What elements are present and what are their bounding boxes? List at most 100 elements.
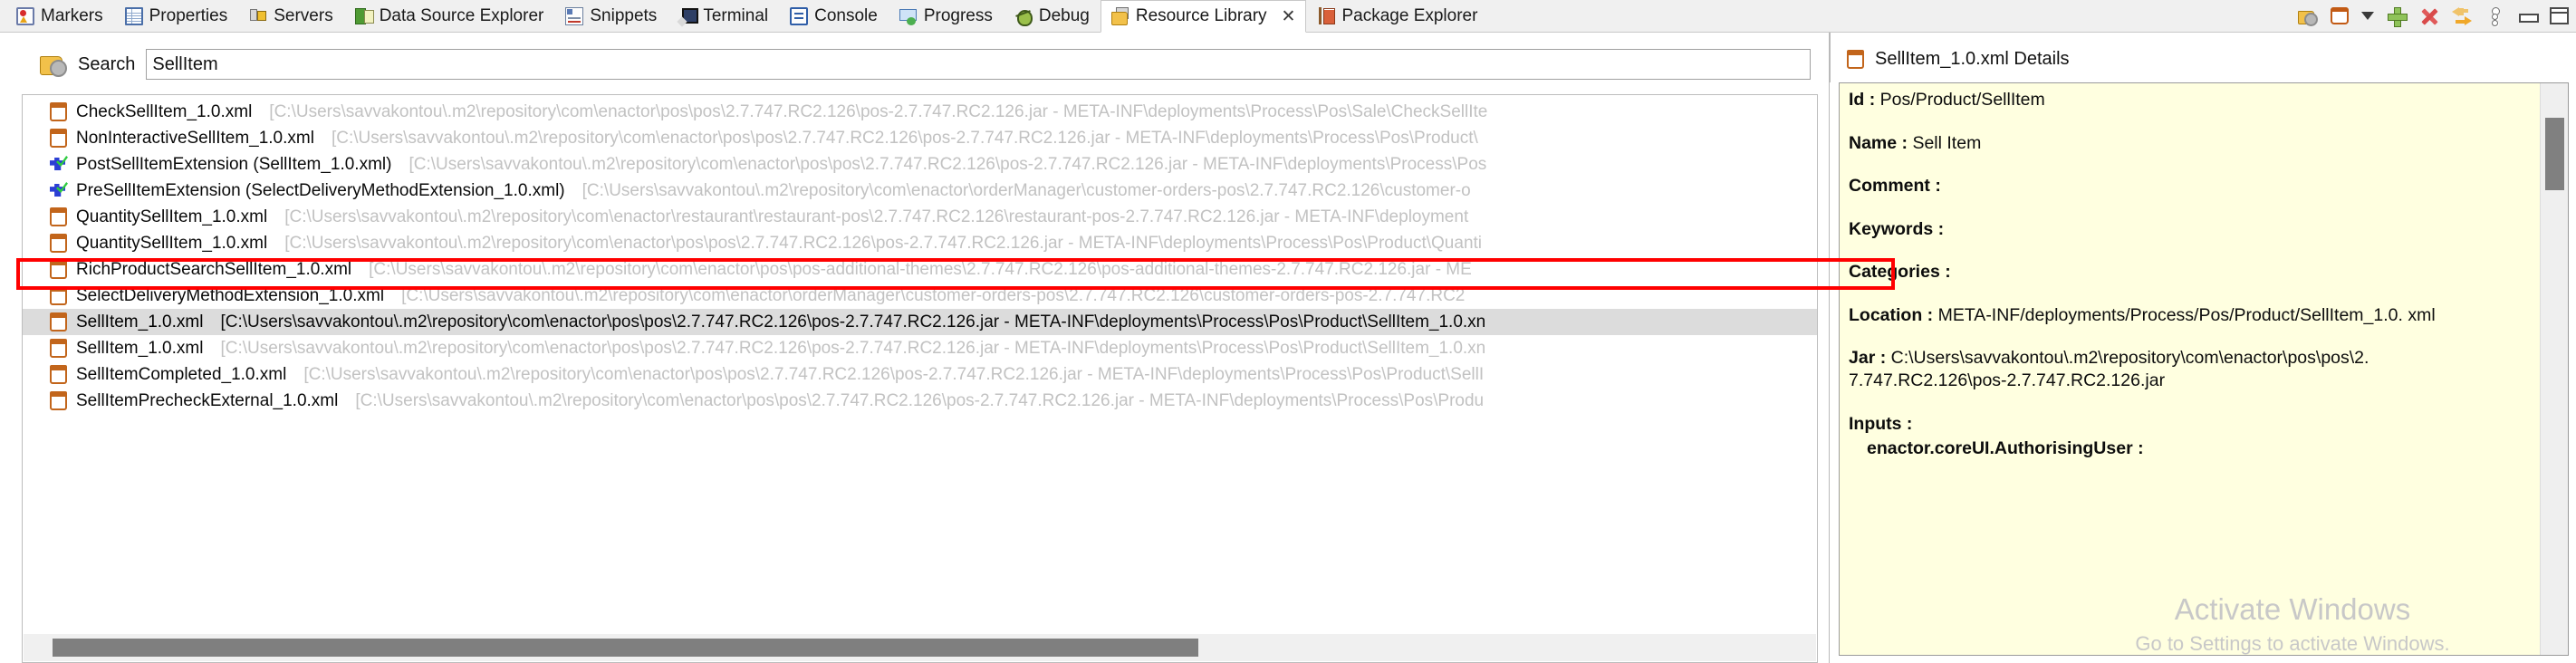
horizontal-scrollbar[interactable] bbox=[24, 634, 1816, 661]
terminal-icon bbox=[678, 7, 699, 25]
detail-input-entry: enactor.coreUI.AuthorisingUser : bbox=[1867, 438, 2144, 459]
tab-label: Progress bbox=[923, 6, 993, 25]
view-menu-box-icon[interactable] bbox=[2331, 7, 2349, 24]
resource-library-icon bbox=[1110, 7, 1129, 25]
resource-path: [C:\Users\savvakontou\.m2\repository\com… bbox=[401, 285, 1466, 305]
document-icon bbox=[50, 312, 67, 332]
list-item-selected[interactable]: SellItem_1.0.xml [C:\Users\savvakontou\.… bbox=[23, 309, 1817, 335]
resource-name: QuantitySellItem_1.0.xml bbox=[76, 233, 268, 253]
list-item[interactable]: RichProductSearchSellItem_1.0.xml [C:\Us… bbox=[23, 256, 1817, 283]
resource-name: SellItemCompleted_1.0.xml bbox=[76, 364, 287, 384]
minimize-icon[interactable] bbox=[2517, 6, 2539, 26]
tab-label: Snippets bbox=[590, 6, 658, 25]
resource-path: [C:\Users\savvakontou\.m2\repository\com… bbox=[355, 390, 1485, 410]
detail-field-name: Name : Sell Item bbox=[1849, 132, 2530, 155]
tab-servers[interactable]: Servers bbox=[238, 0, 343, 32]
tab-label: Debug bbox=[1038, 6, 1090, 25]
tab-resource-library[interactable]: Resource Library ✕ bbox=[1100, 0, 1307, 33]
tab-progress[interactable]: Progress bbox=[889, 0, 1004, 32]
detail-field-keywords: Keywords : bbox=[1849, 218, 2530, 241]
close-icon[interactable]: ✕ bbox=[1282, 8, 1296, 25]
details-pane: SellItem_1.0.xml Details Id : Pos/Produc… bbox=[1830, 33, 2576, 663]
chevron-down-icon[interactable] bbox=[2361, 12, 2374, 20]
document-icon bbox=[50, 234, 67, 253]
extension-icon bbox=[50, 181, 67, 200]
list-item[interactable]: SellItemPrecheckExternal_1.0.xml [C:\Use… bbox=[23, 388, 1817, 414]
tab-label: Properties bbox=[149, 6, 228, 25]
resource-path: [C:\Users\savvakontou\.m2\repository\com… bbox=[284, 207, 1469, 226]
properties-icon bbox=[124, 7, 143, 25]
tab-label: Resource Library bbox=[1135, 6, 1267, 25]
snippets-icon bbox=[565, 7, 584, 25]
list-item[interactable]: QuantitySellItem_1.0.xml [C:\Users\savva… bbox=[23, 204, 1817, 230]
tab-properties[interactable]: Properties bbox=[114, 0, 239, 32]
field-label: Comment : bbox=[1849, 176, 1941, 197]
tab-debug[interactable]: Debug bbox=[1004, 0, 1101, 32]
document-icon bbox=[50, 365, 67, 384]
package-explorer-icon bbox=[1317, 7, 1336, 25]
details-vertical-scrollbar-thumb[interactable] bbox=[2545, 118, 2564, 190]
tab-package-explorer[interactable]: Package Explorer bbox=[1306, 0, 1488, 32]
field-label: Jar : bbox=[1849, 348, 1887, 369]
tab-data-source-explorer[interactable]: Data Source Explorer bbox=[344, 0, 555, 32]
document-icon bbox=[50, 260, 67, 279]
document-icon bbox=[50, 102, 67, 121]
resource-path: [C:\Users\savvakontou\.m2\repository\com… bbox=[220, 312, 1486, 332]
extension-icon bbox=[50, 155, 67, 174]
resource-path: [C:\Users\savvakontou\.m2\repository\com… bbox=[369, 259, 1472, 279]
tab-snippets[interactable]: Snippets bbox=[554, 0, 668, 32]
field-label: Keywords : bbox=[1849, 218, 1945, 239]
horizontal-scrollbar-thumb[interactable] bbox=[53, 639, 1198, 657]
list-item[interactable]: NonInteractiveSellItem_1.0.xml [C:\Users… bbox=[23, 125, 1817, 151]
tab-label: Terminal bbox=[703, 6, 769, 25]
field-label: Inputs : bbox=[1849, 413, 1913, 434]
document-icon bbox=[50, 207, 67, 226]
add-icon[interactable] bbox=[2387, 6, 2408, 27]
resource-name: PostSellItemExtension (SellItem_1.0.xml) bbox=[76, 154, 392, 174]
detail-field-location: Location : META-INF/deployments/Process/… bbox=[1849, 304, 2530, 327]
list-item[interactable]: SelectDeliveryMethodExtension_1.0.xml [C… bbox=[23, 283, 1817, 309]
document-icon bbox=[1847, 50, 1864, 69]
resource-path: [C:\Users\savvakontou\.m2\repository\com… bbox=[331, 128, 1478, 148]
console-icon bbox=[790, 7, 809, 25]
maximize-icon[interactable] bbox=[2550, 7, 2569, 24]
delete-icon[interactable] bbox=[2419, 6, 2439, 26]
resource-name: PreSellItemExtension (SelectDeliveryMeth… bbox=[76, 180, 565, 200]
resource-path: [C:\Users\savvakontou\.m2\repository\com… bbox=[582, 180, 1471, 200]
details-body: Id : Pos/Product/SellItem Name : Sell It… bbox=[1839, 82, 2569, 656]
servers-icon bbox=[249, 7, 267, 25]
field-value: Pos/Product/SellItem bbox=[1879, 90, 2045, 110]
search-input[interactable] bbox=[146, 49, 1811, 80]
list-item[interactable]: CheckSellItem_1.0.xml [C:\Users\savvakon… bbox=[23, 99, 1817, 125]
tab-markers[interactable]: Markers bbox=[5, 0, 114, 32]
resource-name: SellItemPrecheckExternal_1.0.xml bbox=[76, 390, 339, 410]
list-item[interactable]: QuantitySellItem_1.0.xml [C:\Users\savva… bbox=[23, 230, 1817, 256]
tab-terminal[interactable]: Terminal bbox=[668, 0, 779, 32]
resource-path: [C:\Users\savvakontou\.m2\repository\com… bbox=[303, 364, 1485, 384]
list-item[interactable]: SellItem_1.0.xml [C:\Users\savvakontou\.… bbox=[23, 335, 1817, 361]
field-label: Categories : bbox=[1849, 262, 1951, 283]
detail-field-inputs: Inputs : bbox=[1849, 413, 2530, 436]
resource-name: SelectDeliveryMethodExtension_1.0.xml bbox=[76, 285, 385, 305]
search-resources-icon[interactable] bbox=[2298, 6, 2318, 26]
results-list[interactable]: CheckSellItem_1.0.xml [C:\Users\savvakon… bbox=[23, 99, 1817, 619]
debug-icon bbox=[1014, 7, 1033, 26]
detail-field-id: Id : Pos/Product/SellItem bbox=[1849, 89, 2530, 111]
view-menu-icon[interactable] bbox=[2485, 6, 2504, 26]
field-value: C:\Users\savvakontou\.m2\repository\com\… bbox=[1849, 348, 2369, 390]
details-header: SellItem_1.0.xml Details bbox=[1830, 33, 2576, 82]
markers-icon bbox=[16, 7, 34, 25]
details-vertical-scrollbar[interactable] bbox=[2540, 83, 2568, 655]
swap-arrows-icon[interactable] bbox=[2452, 6, 2472, 26]
list-item[interactable]: SellItemCompleted_1.0.xml [C:\Users\savv… bbox=[23, 361, 1817, 388]
search-row: Search bbox=[0, 33, 1829, 87]
search-icon bbox=[40, 52, 67, 77]
resource-name: CheckSellItem_1.0.xml bbox=[76, 101, 253, 121]
list-item[interactable]: PostSellItemExtension (SellItem_1.0.xml)… bbox=[23, 151, 1817, 178]
data-source-explorer-icon bbox=[354, 7, 374, 25]
resource-name: NonInteractiveSellItem_1.0.xml bbox=[76, 128, 314, 148]
resource-path: [C:\Users\savvakontou\.m2\repository\com… bbox=[220, 338, 1486, 358]
resource-name: SellItem_1.0.xml bbox=[76, 312, 204, 332]
tab-console[interactable]: Console bbox=[779, 0, 889, 32]
list-item[interactable]: PreSellItemExtension (SelectDeliveryMeth… bbox=[23, 178, 1817, 204]
